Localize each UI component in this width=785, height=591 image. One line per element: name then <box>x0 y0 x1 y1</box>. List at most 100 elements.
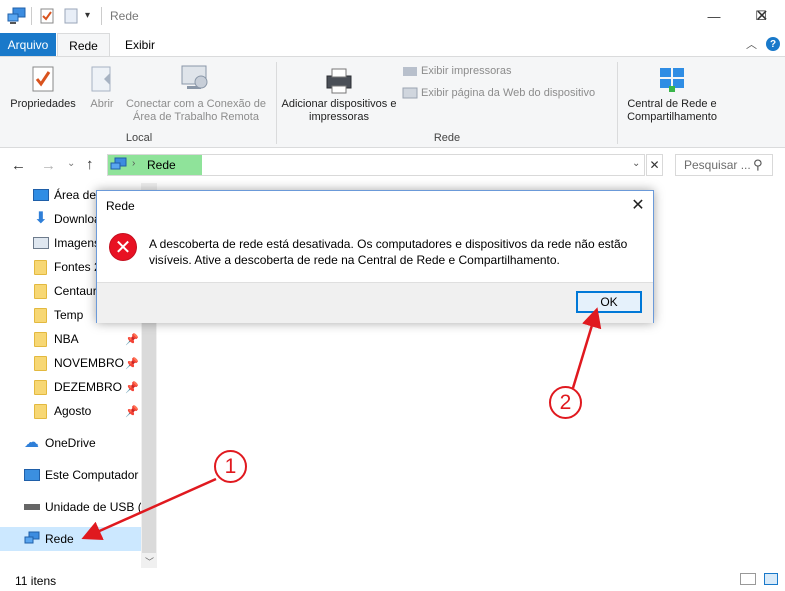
conectar-remote-desktop-button[interactable]: Conectar com a Conexão de Área de Trabal… <box>121 62 271 124</box>
group-rede-label: Rede <box>433 132 461 144</box>
nav-item-dezembro[interactable]: DEZEMBRO 📌 <box>0 375 141 399</box>
folder-icon <box>34 331 47 347</box>
printers-icon <box>403 67 417 76</box>
properties-icon <box>32 66 54 92</box>
customize-toolbar-icon[interactable]: ▾ <box>85 10 90 21</box>
nav-item-label: NOVEMBRO <box>54 356 125 370</box>
desktop-icon <box>33 189 49 201</box>
nav-item-novembro[interactable]: NOVEMBRO 📌 <box>0 351 141 375</box>
nav-item-onedrive[interactable]: ☁ OneDrive <box>0 431 141 455</box>
window-title: Rede <box>110 9 139 23</box>
nav-item-label: Este Computador <box>45 468 139 482</box>
address-dropdown-icon[interactable]: ⌄ <box>632 158 640 169</box>
search-icon: ⚲ <box>753 157 763 172</box>
dialog-title: Rede <box>106 199 135 213</box>
collapse-ribbon-icon[interactable]: ︿ <box>746 36 757 52</box>
computer-icon <box>24 469 40 481</box>
tab-arquivo[interactable]: Arquivo <box>0 33 56 56</box>
network-icon <box>7 7 26 24</box>
nav-item-usb[interactable]: Unidade de USB (E:) <box>0 495 141 519</box>
tab-exibir[interactable]: Exibir <box>115 33 165 56</box>
printer-icon <box>326 68 352 94</box>
close-button[interactable]: ✕ <box>739 0 785 32</box>
exibir-impressoras-button[interactable]: Exibir impressoras <box>402 63 522 79</box>
help-icon[interactable]: ? <box>766 37 780 51</box>
breadcrumb-chevron-icon[interactable]: › <box>132 158 135 169</box>
pin-icon: 📌 <box>125 333 139 346</box>
folder-icon <box>34 307 47 323</box>
nav-item-agosto[interactable]: Agosto 📌 <box>0 399 141 423</box>
propriedades-label: Propriedades <box>10 98 76 110</box>
nav-item-label: Fontes 2 <box>54 260 101 274</box>
nav-item-label: OneDrive <box>45 436 96 450</box>
error-icon: ✕ <box>109 233 137 261</box>
dialog-footer <box>97 282 653 323</box>
annotation-marker-2: 2 <box>549 386 582 419</box>
group-separator <box>276 62 277 144</box>
nav-item-nba[interactable]: NBA 📌 <box>0 327 141 351</box>
details-view-icon[interactable] <box>740 573 756 585</box>
back-arrow-icon[interactable]: ← <box>11 157 26 174</box>
divider <box>31 7 32 25</box>
nav-item-este-computador[interactable]: Este Computador <box>0 463 141 487</box>
central-label: Central de Rede e Compartilhamento <box>627 98 717 123</box>
nav-item-label: DEZEMBRO <box>54 380 123 394</box>
usb-drive-icon <box>24 504 40 510</box>
up-arrow-icon[interactable]: ↑ <box>86 156 94 173</box>
abrir-label: Abrir <box>90 98 114 110</box>
exibir-pagina-label: Exibir página da Web do dispositivo <box>421 87 596 99</box>
adicionar-dispositivos-button[interactable]: Adicionar dispositivos e impressoras <box>280 62 398 124</box>
folder-icon <box>34 259 47 275</box>
network-icon <box>110 157 127 170</box>
abrir-button[interactable]: Abrir <box>84 62 120 124</box>
nav-item-rede[interactable]: Rede <box>0 527 141 551</box>
close-icon: ✕ <box>755 8 769 25</box>
pin-icon: 📌 <box>125 357 139 370</box>
dialog-message: A descoberta de rede está desativada. Os… <box>149 237 628 267</box>
cloud-icon: ☁ <box>24 434 39 451</box>
nav-item-label: Unidade de USB (E:) <box>45 500 141 514</box>
folder-icon <box>34 379 47 395</box>
folder-icon <box>34 355 47 371</box>
nav-item-label: Agosto <box>54 404 92 418</box>
propriedades-button[interactable]: Propriedades <box>4 62 82 124</box>
new-folder-icon[interactable] <box>64 8 78 24</box>
recent-locations-icon[interactable]: ⌄ <box>67 158 75 169</box>
network-discovery-dialog: Rede ✕ ✕ A descoberta de rede está desat… <box>96 190 654 323</box>
close-icon: ✕ <box>649 158 660 172</box>
network-center-icon <box>660 68 684 92</box>
minimize-button-hit[interactable] <box>692 0 738 32</box>
network-icon <box>24 531 40 544</box>
folder-icon <box>34 403 47 419</box>
exibir-pagina-web-button[interactable]: Exibir página da Web do dispositivo <box>402 85 614 101</box>
breadcrumb-rede[interactable]: Rede <box>147 158 176 172</box>
dialog-close-button[interactable]: ✕ <box>626 194 650 216</box>
item-count: 11 itens <box>15 574 57 588</box>
ok-button[interactable]: OK <box>576 291 642 313</box>
open-icon <box>91 66 111 92</box>
tab-rede[interactable]: Rede <box>57 33 110 57</box>
folder-icon <box>34 283 47 299</box>
nav-item-label: Rede <box>45 532 74 546</box>
nav-item-label: Imagens <box>54 236 101 250</box>
pin-icon: 📌 <box>125 405 139 418</box>
properties-icon[interactable] <box>40 8 54 24</box>
nav-item-label: NBA <box>54 332 79 346</box>
scroll-down-icon[interactable]: ﹀ <box>145 555 154 568</box>
pin-icon: 📌 <box>125 381 139 394</box>
central-de-rede-button[interactable]: Central de Rede e Compartilhamento <box>620 62 724 124</box>
download-icon: ⬇ <box>34 210 48 227</box>
adicionar-label: Adicionar dispositivos e impressoras <box>281 98 397 123</box>
status-bar <box>0 568 785 591</box>
arrow-to-ok <box>571 307 602 389</box>
large-icons-view-icon[interactable] <box>764 573 778 585</box>
nav-item-label: Temp <box>54 308 84 322</box>
web-page-icon <box>402 87 418 99</box>
exibir-impressoras-label: Exibir impressoras <box>421 65 512 77</box>
divider <box>101 7 102 25</box>
conectar-label: Conectar com a Conexão de Área de Trabal… <box>125 98 267 123</box>
address-clear-button[interactable]: ✕ <box>646 154 663 176</box>
forward-arrow-icon[interactable]: → <box>41 157 56 174</box>
group-separator <box>617 62 618 144</box>
close-icon: ✕ <box>631 197 645 214</box>
